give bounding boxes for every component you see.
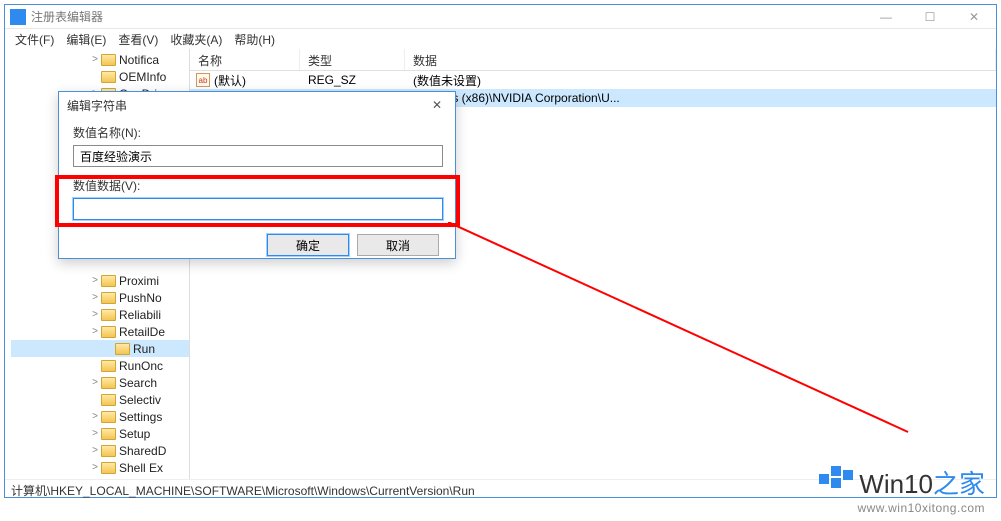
tree-item-shell ex[interactable]: > Shell Ex (11, 459, 189, 476)
menu-help[interactable]: 帮助(H) (228, 31, 281, 48)
close-button[interactable]: ✕ (952, 5, 996, 29)
col-data[interactable]: 数据 (405, 49, 996, 70)
brand-zh: 之家 (933, 469, 985, 499)
tree-item-retailde[interactable]: > RetailDe (11, 323, 189, 340)
folder-icon (101, 71, 116, 83)
tree-item-runonc[interactable]: RunOnc (11, 357, 189, 374)
tree-item-setup[interactable]: > Setup (11, 425, 189, 442)
string-value-icon: ab (196, 73, 210, 87)
menubar: 文件(F) 编辑(E) 查看(V) 收藏夹(A) 帮助(H) (5, 29, 996, 49)
cancel-button[interactable]: 取消 (357, 234, 439, 256)
menu-file[interactable]: 文件(F) (9, 31, 60, 48)
cell-type: REG_SZ (300, 73, 405, 87)
folder-icon (101, 326, 116, 338)
tree-item-search[interactable]: > Search (11, 374, 189, 391)
tree-label: RunOnc (119, 359, 163, 373)
value-data-label: 数值数据(V): (73, 177, 441, 194)
disclosure-icon[interactable]: > (89, 326, 101, 337)
folder-icon (101, 428, 116, 440)
maximize-button[interactable]: ☐ (908, 5, 952, 29)
tree-item-reliabili[interactable]: > Reliabili (11, 306, 189, 323)
folder-icon (101, 377, 116, 389)
menu-edit[interactable]: 编辑(E) (60, 31, 112, 48)
tree-label: Run (133, 342, 155, 356)
folder-icon (101, 309, 116, 321)
tree-label: Settings (119, 410, 162, 424)
brand-en: Win10 (859, 469, 933, 499)
col-type[interactable]: 类型 (300, 49, 405, 70)
cell-data: (数值未设置) (405, 72, 996, 89)
folder-icon (101, 462, 116, 474)
tree-item-settings[interactable]: > Settings (11, 408, 189, 425)
tree-label: PushNo (119, 291, 162, 305)
tree-label: SharedD (119, 444, 166, 458)
app-icon (10, 9, 26, 25)
list-header: 名称 类型 数据 (190, 49, 996, 71)
dialog-title: 编辑字符串 (67, 97, 427, 114)
tree-label: Notifica (119, 53, 159, 67)
disclosure-icon[interactable]: > (89, 292, 101, 303)
value-name-label: 数值名称(N): (73, 124, 441, 141)
tree-label: Setup (119, 427, 150, 441)
tree-item-notifica[interactable]: > Notifica (11, 51, 189, 68)
disclosure-icon[interactable]: > (89, 445, 101, 456)
ok-button[interactable]: 确定 (267, 234, 349, 256)
disclosure-icon[interactable]: > (89, 275, 101, 286)
disclosure-icon[interactable]: > (89, 411, 101, 422)
dialog-close-button[interactable]: ✕ (427, 98, 447, 112)
folder-icon (101, 275, 116, 287)
folder-icon (101, 54, 116, 66)
window-title: 注册表编辑器 (31, 8, 864, 25)
watermark: Win10之家 www.win10xitong.com (819, 464, 985, 515)
cell-data: am Files (x86)\NVIDIA Corporation\U... (405, 91, 996, 105)
disclosure-icon[interactable]: > (89, 309, 101, 320)
tree-item-selectiv[interactable]: Selectiv (11, 391, 189, 408)
tree-item-sharedd[interactable]: > SharedD (11, 442, 189, 459)
windows-logo-icon (819, 466, 853, 500)
tree-item-run[interactable]: Run (11, 340, 189, 357)
tree-item-oeminfo[interactable]: OEMInfo (11, 68, 189, 85)
tree-label: Search (119, 376, 157, 390)
disclosure-icon[interactable]: > (89, 462, 101, 473)
tree-label: Shell Ex (119, 461, 163, 475)
tree-label: Reliabili (119, 308, 161, 322)
tree-item-proximi[interactable]: > Proximi (11, 272, 189, 289)
tree-label: Proximi (119, 274, 159, 288)
value-name-input[interactable] (73, 145, 443, 167)
tree-label: RetailDe (119, 325, 165, 339)
disclosure-icon[interactable]: > (89, 54, 101, 65)
folder-icon (101, 445, 116, 457)
disclosure-icon[interactable]: > (89, 428, 101, 439)
menu-favorites[interactable]: 收藏夹(A) (164, 31, 228, 48)
disclosure-icon[interactable]: > (89, 377, 101, 388)
folder-icon (115, 343, 130, 355)
list-row[interactable]: ab (默认) REG_SZ(数值未设置) (190, 71, 996, 89)
col-name[interactable]: 名称 (190, 49, 300, 70)
folder-icon (101, 292, 116, 304)
menu-view[interactable]: 查看(V) (112, 31, 164, 48)
tree-item-pushno[interactable]: > PushNo (11, 289, 189, 306)
tree-label: Selectiv (119, 393, 161, 407)
folder-icon (101, 394, 116, 406)
titlebar: 注册表编辑器 — ☐ ✕ (5, 5, 996, 29)
folder-icon (101, 411, 116, 423)
value-data-input[interactable] (73, 198, 443, 220)
folder-icon (101, 360, 116, 372)
cell-name: (默认) (214, 72, 246, 89)
edit-string-dialog: 编辑字符串 ✕ 数值名称(N): 数值数据(V): 确定 取消 (58, 91, 456, 259)
minimize-button[interactable]: — (864, 5, 908, 29)
brand-url: www.win10xitong.com (819, 501, 985, 515)
tree-label: OEMInfo (119, 70, 166, 84)
